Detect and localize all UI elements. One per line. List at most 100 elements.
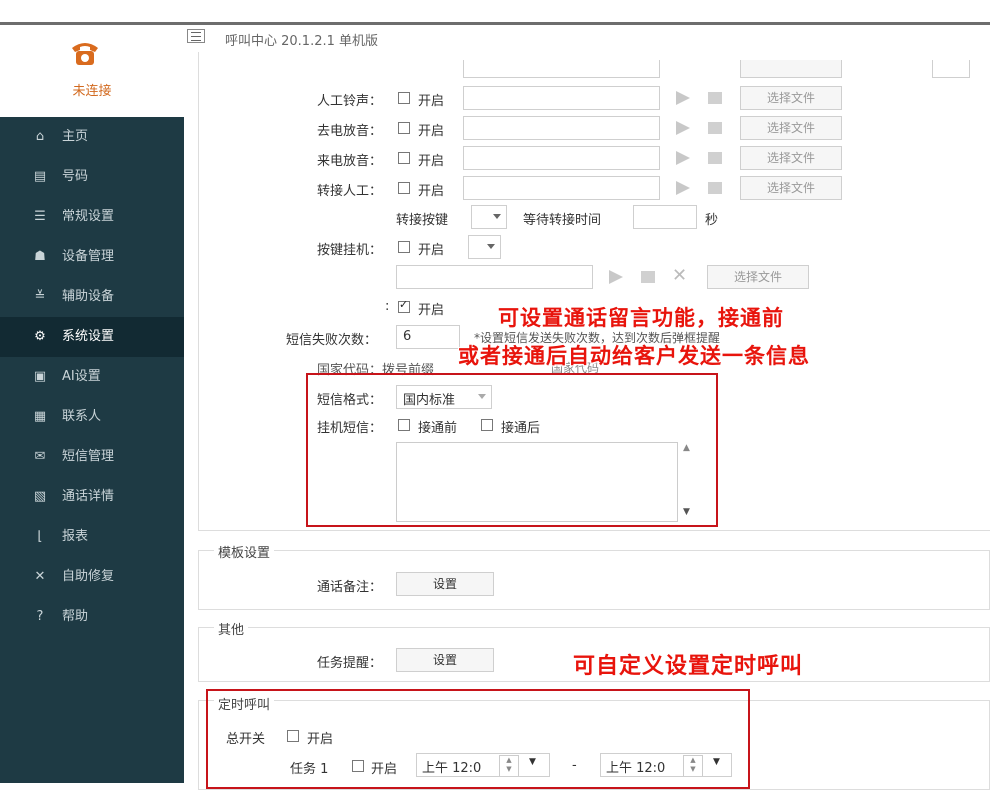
sms-annotation-line1: 可设置通话留言功能，接通前	[498, 306, 784, 330]
call-note-label: 通话备注：	[317, 580, 383, 595]
help-icon: ?	[36, 609, 44, 624]
wait-time-label: 等待转接时间	[523, 213, 602, 228]
master-switch-option: 开启	[307, 732, 334, 747]
app-title: 呼叫中心 20.1.2.1 单机版	[225, 34, 379, 49]
sound-row-input[interactable]	[463, 86, 660, 110]
task-checkbox[interactable]	[352, 760, 364, 772]
chevron-down-icon	[493, 214, 501, 219]
sidebar-item-7[interactable]: ▦ 联系人	[0, 397, 184, 437]
phone-icon	[72, 43, 98, 65]
seconds-label: 秒	[705, 213, 719, 228]
timer-annotation: 可自定义设置定时呼叫	[573, 654, 804, 679]
task-reminder-label: 任务提醒：	[317, 656, 383, 671]
sound-row-checkbox[interactable]	[398, 122, 410, 134]
task-option: 开启	[371, 762, 398, 777]
sound-row-input[interactable]	[463, 116, 660, 140]
task-label: 任务 1	[290, 762, 329, 777]
transfer-key-select[interactable]	[471, 205, 507, 229]
time-spinner-icon[interactable]: ▲ ▼	[499, 755, 519, 776]
sound-row-input[interactable]	[463, 176, 660, 200]
stop-icon[interactable]	[708, 92, 722, 104]
sms-annotation-line2: 或者接通后自动给客户发送一条信息	[458, 344, 810, 368]
sms-fail-value: 6	[403, 329, 412, 344]
stop-icon[interactable]	[708, 122, 722, 134]
mail-icon: ✉	[34, 449, 46, 464]
ai-icon: ▣	[33, 369, 47, 384]
menu-toggle-icon[interactable]	[187, 29, 205, 43]
sidebar-item-3[interactable]: ☗ 设备管理	[0, 237, 184, 277]
other-section-title: 其他	[214, 619, 249, 638]
sms-fail-input[interactable]: 6	[396, 325, 460, 349]
sidebar-item-1[interactable]: ▤ 号码	[0, 157, 184, 197]
master-switch-checkbox[interactable]	[287, 730, 299, 742]
sidebar: ⌂ 主页 ▤ 号码 ☰ 常规设置 ☗ 设备管理 ≚ 辅助设备 ⚙ 系统设置 ▣ AI设置 ▦ 联系人 ✉ 短信管理…	[0, 117, 184, 783]
clipped-row-right-input[interactable]	[932, 60, 970, 78]
hangup-file-button[interactable]: 选择文件	[707, 265, 809, 289]
sidebar-item-label: 常规设置	[62, 209, 115, 224]
repair-icon: ✕	[34, 569, 46, 584]
sidebar-item-6[interactable]: ▣ AI设置	[0, 357, 184, 397]
sound-row-file-button[interactable]: 选择文件	[740, 146, 842, 170]
sidebar-item-11[interactable]: ✕ 自助修复	[0, 557, 184, 597]
play-icon[interactable]	[676, 91, 690, 105]
end-time-picker[interactable]: 上午 12:0 ▲ ▼ ▼	[600, 753, 732, 777]
time-separator: -	[572, 758, 577, 773]
contact-card-icon: ▤	[33, 169, 47, 184]
wait-time-input[interactable]	[633, 205, 697, 229]
sidebar-item-label: 号码	[62, 169, 89, 184]
sidebar-item-label: AI设置	[62, 369, 101, 384]
stop-icon[interactable]	[708, 152, 722, 164]
call-detail-icon: ▧	[33, 489, 47, 504]
chevron-down-icon[interactable]: ▼	[713, 757, 720, 767]
hangup-key-label: 按键挂机：	[317, 243, 383, 258]
sound-row-label: 人工铃声：	[317, 94, 383, 109]
sound-row-file-button[interactable]: 选择文件	[740, 116, 842, 140]
feature-option: 开启	[418, 303, 445, 318]
play-icon[interactable]	[676, 151, 690, 165]
chart-icon: ⌊	[37, 529, 43, 544]
sidebar-item-12[interactable]: ? 帮助	[0, 597, 184, 637]
sound-row-checkbox[interactable]	[398, 152, 410, 164]
connection-status: 未连接	[72, 84, 112, 99]
chevron-down-icon[interactable]: ▼	[529, 757, 536, 767]
task-reminder-button[interactable]: 设置	[396, 648, 494, 672]
sidebar-item-5[interactable]: ⚙ 系统设置	[0, 317, 184, 357]
hangup-key-checkbox[interactable]	[398, 241, 410, 253]
stop-icon[interactable]	[641, 271, 655, 283]
sidebar-item-label: 辅助设备	[62, 289, 115, 304]
sidebar-item-0[interactable]: ⌂ 主页	[0, 117, 184, 157]
sound-row-checkbox[interactable]	[398, 182, 410, 194]
feature-checkbox[interactable]	[398, 298, 410, 313]
sound-row-file-button[interactable]: 选择文件	[740, 176, 842, 200]
sidebar-item-10[interactable]: ⌊ 报表	[0, 517, 184, 557]
sound-row-input[interactable]	[463, 146, 660, 170]
sidebar-item-2[interactable]: ☰ 常规设置	[0, 197, 184, 237]
sliders-icon: ☰	[34, 209, 46, 224]
sound-row-label: 来电放音：	[317, 154, 383, 169]
aux-device-icon: ≚	[34, 289, 46, 304]
clipped-row-file-button[interactable]	[740, 60, 842, 78]
start-time-picker[interactable]: 上午 12:0 ▲ ▼ ▼	[416, 753, 550, 777]
sound-row-file-button[interactable]: 选择文件	[740, 86, 842, 110]
play-icon[interactable]	[676, 121, 690, 135]
time-spinner-icon[interactable]: ▲ ▼	[683, 755, 703, 776]
play-icon[interactable]	[676, 181, 690, 195]
sidebar-item-label: 报表	[62, 529, 89, 544]
clipped-row-input[interactable]	[463, 60, 660, 78]
hangup-file-input[interactable]	[396, 265, 593, 289]
colon-label: :	[385, 299, 390, 314]
sound-row-option: 开启	[418, 154, 445, 169]
sound-row-checkbox[interactable]	[398, 92, 410, 104]
sidebar-item-9[interactable]: ▧ 通话详情	[0, 477, 184, 517]
sidebar-item-8[interactable]: ✉ 短信管理	[0, 437, 184, 477]
template-section-title: 模板设置	[214, 542, 275, 561]
sidebar-item-label: 主页	[62, 129, 89, 144]
home-icon: ⌂	[35, 129, 45, 144]
stop-icon[interactable]	[708, 182, 722, 194]
play-icon[interactable]	[609, 270, 623, 284]
sidebar-item-4[interactable]: ≚ 辅助设备	[0, 277, 184, 317]
close-icon[interactable]: ✕	[672, 265, 687, 286]
sound-row-label: 去电放音：	[317, 124, 383, 139]
hangup-key-select[interactable]	[468, 235, 501, 259]
call-note-button[interactable]: 设置	[396, 572, 494, 596]
